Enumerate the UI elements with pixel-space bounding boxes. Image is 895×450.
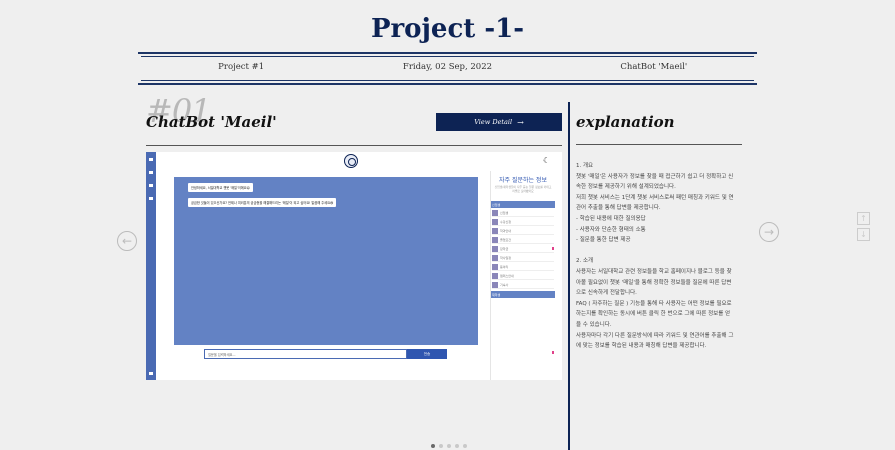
meta-name: ChatBot 'Maeil' [620, 62, 688, 72]
view-detail-button[interactable]: View Detail → [436, 113, 562, 131]
faq-item: 동아리 [492, 263, 554, 271]
project-screenshot: ☾ 안녕하세요, 서일대학교 챗봇 '매일'이에요😊 궁금한 것들이 있으신가요… [146, 152, 562, 380]
chat-bubble: 궁금한 것들이 있으신가요? 언제나 여러분의 궁금증을 해결해드리는 '매일'… [188, 198, 337, 207]
explanation-line: 으로 신속하게 전달합니다. [576, 290, 637, 297]
faq-item: 수강신청 [492, 218, 554, 226]
explanation-line: 에 맞는 정보를 학습된 내용과 매칭해 답변을 제공합니다. [576, 343, 707, 350]
divider [141, 80, 754, 81]
arrow-right-icon: → [517, 117, 524, 127]
explanation-line: 속한 정보를 제공하기 위해 설계되었습니다. [576, 184, 676, 191]
scroll-up-icon[interactable]: ↑ [857, 212, 870, 225]
scroll-marker [552, 351, 554, 354]
faq-panel: 자주 질문하는 정보 신입생/재학생들이 자주 묻는 질문 정보를 카테고리별로… [490, 171, 555, 380]
explanation-line: FAQ ( 자주하는 질문 ) 기능을 통해 타 사용자는 어떤 정보를 필요로 [576, 300, 732, 307]
explanation-line: - 사용자와 단순한 형태의 소통 [576, 226, 646, 233]
vertical-divider [568, 102, 570, 450]
project-meta-bar: Project #1 Friday, 02 Sep, 2022 ChatBot … [138, 62, 757, 72]
chat-bubble: 안녕하세요, 서일대학교 챗봇 '매일'이에요😊 [188, 183, 253, 192]
page-title: Project -1- [370, 14, 525, 44]
faq-item: 장학금 [492, 245, 554, 253]
carousel-dots [431, 444, 467, 448]
carousel-dot[interactable] [463, 444, 467, 448]
screenshot-sidebar [146, 152, 156, 380]
project-name: ChatBot 'Maeil' [146, 113, 277, 131]
explanation-line: 하는지를 확인하는 동시에 버튼 클릭 한 번으로 그에 따른 정보를 얻 [576, 311, 731, 318]
moon-icon: ☾ [543, 156, 551, 165]
meta-project: Project #1 [218, 62, 265, 72]
faq-item: 학사일정 [492, 254, 554, 262]
carousel-dot[interactable] [431, 444, 435, 448]
explanation-line: 저희 챗봇 서비스는 1단계 챗봇 서비스로써 패턴 매칭과 키워드 및 연 [576, 194, 734, 201]
side-controls: ↑ ↓ [857, 212, 870, 244]
faq-header: 신입생 [491, 201, 555, 208]
explanation-line: 관어 추출을 통해 답변을 제공합니다. [576, 205, 661, 212]
faq-title: 자주 질문하는 정보 [499, 177, 547, 184]
carousel-dot[interactable] [439, 444, 443, 448]
next-slide-button[interactable]: → [759, 222, 779, 242]
explanation-line: 챗봇 '매일'은 사용자가 정보를 찾을 때 접근하기 쉽고 더 정확하고 신 [576, 173, 734, 180]
explanation-title: explanation [576, 113, 675, 131]
arrow-right-icon: → [763, 225, 775, 239]
explanation-line: 아볼 필요없이 챗봇 '매일'을 통해 정확한 정보들을 질문에 따른 답변 [576, 279, 732, 286]
send-button: 전송 [407, 349, 447, 359]
explanation-line: - 학습된 내용에 대한 질의응답 [576, 215, 646, 222]
carousel-dot[interactable] [447, 444, 451, 448]
carousel-dot[interactable] [455, 444, 459, 448]
divider [576, 144, 742, 145]
explanation-line: 사용자마다 각기 다른 질문방식에 따라 키워드 및 연관어를 추출해 그 [576, 332, 734, 339]
scroll-down-icon[interactable]: ↓ [857, 228, 870, 241]
explanation-line: 을 수 있습니다. [576, 321, 612, 328]
divider [141, 56, 754, 57]
faq-item: 캠퍼스안내 [492, 272, 554, 280]
faq-footer: 재학생 [491, 291, 555, 298]
faq-item: 졸업요건 [492, 236, 554, 244]
explanation-text: 1. 개요챗봇 '매일'은 사용자가 정보를 찾을 때 접근하기 쉽고 더 정확… [576, 161, 744, 352]
view-detail-label: View Detail [474, 118, 513, 126]
divider [146, 145, 562, 146]
explanation-line: 1. 개요 [576, 163, 594, 169]
explanation-line: 2. 소개 [576, 258, 594, 265]
explanation-line: 사용자는 서일대학교 관련 정보들을 학교 홈페이지나 블로그 등을 찾 [576, 268, 732, 275]
faq-subtitle: 신입생/재학생들이 자주 묻는 질문 정보를 카테고리별로 모아봤어요 [494, 185, 552, 193]
meta-date: Friday, 02 Sep, 2022 [402, 62, 493, 72]
divider [138, 52, 757, 54]
divider [138, 83, 757, 85]
faq-item: 기숙사 [492, 281, 554, 289]
chat-window: 안녕하세요, 서일대학교 챗봇 '매일'이에요😊 궁금한 것들이 있으신가요? … [174, 177, 478, 345]
prev-slide-button[interactable]: ← [117, 231, 137, 251]
arrow-left-icon: ← [121, 234, 133, 248]
faq-item: 학과안내 [492, 227, 554, 235]
school-logo-icon [344, 154, 358, 168]
explanation-line: - 질문을 통한 답변 제공 [576, 237, 631, 244]
chat-input: 질문을 입력하세요... [204, 349, 407, 359]
faq-item: 신입생 [492, 209, 554, 217]
